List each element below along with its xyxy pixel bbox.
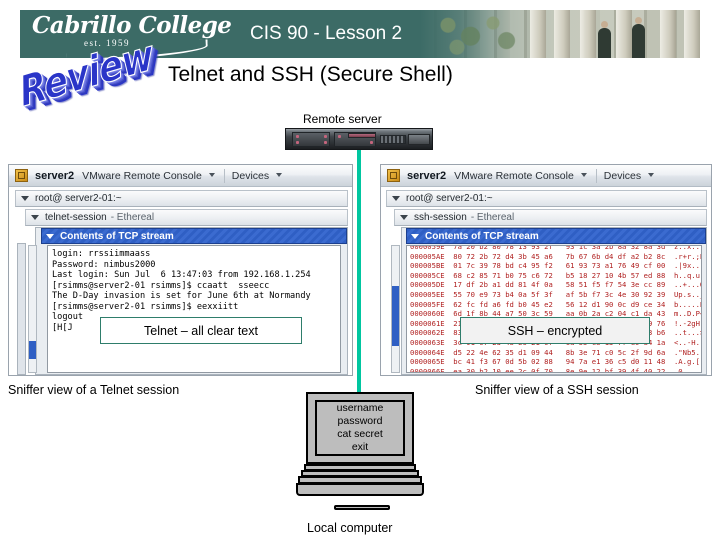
chevron-down-icon-session[interactable]: [400, 215, 408, 220]
server-led-4: [324, 141, 327, 144]
banner-column-3: [580, 10, 596, 58]
telnet-callout-box: Telnet – all clear text: [100, 317, 302, 344]
ssh-shell-tab-label: root@ server2-01:~: [406, 193, 493, 204]
telnet-tcp-stream-title: Contents of TCP stream: [60, 230, 174, 242]
laptop-base: [296, 464, 424, 510]
telnet-session-app: - Ethereal: [110, 212, 155, 223]
vmware-icon: [15, 169, 28, 182]
vmware-icon: [387, 169, 400, 182]
caption-telnet-sniffer: Sniffer view of a Telnet session: [8, 383, 180, 397]
laptop-trackpad: [334, 505, 390, 510]
ssh-callout-box: SSH – encrypted: [460, 317, 650, 344]
ssh-session-tab[interactable]: ssh-session - Ethereal: [394, 209, 707, 226]
banner-column-5: [660, 10, 676, 58]
telnet-callout-label: Telnet – all clear text: [144, 323, 258, 338]
banner-person-2: [632, 17, 645, 58]
remote-server-image: [285, 128, 433, 150]
ssh-session-name: ssh-session: [414, 212, 467, 223]
ssh-scrollbar-thumb[interactable]: [392, 286, 399, 346]
ssh-scrollbar[interactable]: [391, 245, 400, 373]
banner-column-2: [554, 10, 570, 58]
server-led-3: [324, 135, 327, 138]
ssh-callout-label: SSH – encrypted: [507, 323, 603, 338]
chevron-down-icon-shell[interactable]: [21, 196, 29, 201]
telnet-shell-tab-label: root@ server2-01:~: [35, 193, 122, 204]
ssh-shell-tab[interactable]: root@ server2-01:~: [386, 190, 707, 207]
telnet-window-titlebar[interactable]: server2 VMware Remote Console Devices: [9, 165, 352, 187]
telnet-shell-tab[interactable]: root@ server2-01:~: [15, 190, 348, 207]
server-led-2: [296, 141, 299, 144]
slide-heading: Telnet and SSH (Secure Shell): [168, 63, 453, 86]
banner-column-4: [616, 10, 632, 58]
telnet-menu-console[interactable]: VMware Remote Console: [82, 170, 202, 182]
server-led-1: [296, 135, 299, 138]
ssh-hexdump-text: 0000059E 7a 20 b2 80 78 13 93 2f 93 1c 3…: [410, 245, 701, 373]
telnet-session-tab[interactable]: telnet-session - Ethereal: [25, 209, 348, 226]
banner-column-6: [684, 10, 700, 58]
caption-ssh-sniffer: Sniffer view of a SSH session: [475, 383, 639, 397]
banner-column-1: [530, 10, 546, 58]
laptop-lid: username password cat secret exit: [306, 392, 414, 464]
laptop-screen-line: cat secret: [337, 428, 383, 440]
server-front-panel: [408, 134, 430, 145]
chevron-down-icon-console[interactable]: [580, 173, 587, 177]
chevron-down-icon-tcp[interactable]: [411, 233, 419, 239]
chevron-down-icon-tcp[interactable]: [46, 233, 54, 239]
telnet-scrollbar-thumb[interactable]: [29, 341, 36, 359]
ssh-vm-name: server2: [407, 169, 447, 182]
ssh-tcp-stream-title: Contents of TCP stream: [425, 230, 539, 242]
logo-script-text: Cabrillo College: [32, 12, 232, 39]
ssh-session-app: - Ethereal: [470, 212, 515, 223]
caption-local-computer: Local computer: [307, 521, 393, 535]
laptop-base-slab-4: [296, 483, 424, 510]
lesson-title: CIS 90 - Lesson 2: [250, 23, 403, 44]
review-badge: Review: [10, 31, 160, 120]
chevron-down-icon-console[interactable]: [208, 173, 215, 177]
titlebar-divider: [223, 168, 225, 183]
local-computer-laptop: username password cat secret exit: [296, 392, 424, 514]
banner-foliage: [430, 12, 520, 56]
laptop-screen-line: password: [337, 415, 383, 427]
remote-server-label: Remote server: [303, 112, 382, 126]
telnet-session-name: telnet-session: [45, 212, 107, 223]
chevron-down-icon-devices[interactable]: [648, 173, 655, 177]
ssh-tcp-stream-titlebar[interactable]: Contents of TCP stream: [406, 228, 706, 244]
network-connector-line: [357, 150, 361, 398]
ssh-menu-console[interactable]: VMware Remote Console: [454, 170, 574, 182]
chevron-down-icon-shell[interactable]: [392, 196, 400, 201]
chevron-down-icon-devices[interactable]: [276, 173, 283, 177]
ssh-window-titlebar[interactable]: server2 VMware Remote Console Devices: [381, 165, 711, 187]
ssh-menu-devices[interactable]: Devices: [604, 170, 641, 182]
laptop-screen: username password cat secret exit: [315, 400, 405, 456]
server-status-strip: [348, 133, 376, 138]
banner-photo-campus: [420, 10, 700, 58]
ssh-stream-pane[interactable]: 0000059E 7a 20 b2 80 78 13 93 2f 93 1c 3…: [406, 245, 702, 373]
telnet-vm-name: server2: [35, 169, 75, 182]
titlebar-divider: [595, 168, 597, 183]
telnet-menu-devices[interactable]: Devices: [232, 170, 269, 182]
ssh-vmware-window[interactable]: server2 VMware Remote Console Devices ro…: [380, 164, 712, 376]
laptop-screen-line: username: [336, 402, 384, 414]
telnet-scrollbar[interactable]: [28, 245, 37, 373]
banner-person-1: [598, 21, 611, 58]
chevron-down-icon-session[interactable]: [31, 215, 39, 220]
laptop-screen-line: exit: [351, 441, 369, 453]
telnet-outer-scroll-edge: [17, 243, 26, 375]
telnet-tcp-stream-titlebar[interactable]: Contents of TCP stream: [41, 228, 347, 244]
telnet-stream-pane[interactable]: login: rrssiimmaass Password: nimbus2000…: [47, 245, 341, 373]
telnet-vmware-window[interactable]: server2 VMware Remote Console Devices ro…: [8, 164, 353, 376]
server-vents: [380, 135, 406, 144]
server-led-5: [338, 135, 341, 138]
server-led-7: [370, 141, 373, 144]
